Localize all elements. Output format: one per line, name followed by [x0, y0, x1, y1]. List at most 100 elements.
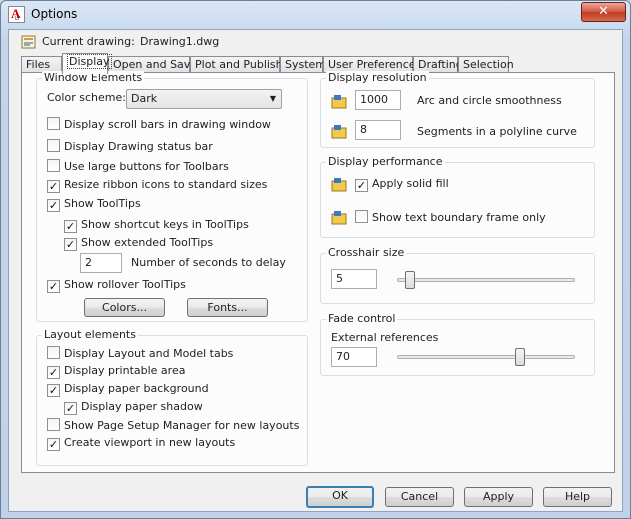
checkbox[interactable]: [355, 210, 368, 223]
checkbox[interactable]: ✓: [355, 179, 368, 192]
current-drawing-value: Drawing1.dwg: [140, 35, 220, 48]
colors-button[interactable]: Colors...: [84, 298, 165, 317]
drawing-setting-icon: [331, 211, 347, 225]
color-scheme-value: Dark: [131, 92, 158, 105]
option-label: Display printable area: [64, 364, 186, 377]
fonts-button[interactable]: Fonts...: [187, 298, 268, 317]
window-title: Options: [31, 7, 78, 21]
option-label: Display scroll bars in drawing window: [64, 118, 271, 131]
tab-label: Drafting: [418, 58, 463, 71]
tab-system[interactable]: System: [280, 56, 327, 73]
option-show-tooltips[interactable]: ✓ Show ToolTips: [47, 197, 141, 212]
option-resize-ribbon-icons[interactable]: ✓ Resize ribbon icons to standard sizes: [47, 178, 267, 193]
tab-label: Display: [67, 54, 112, 69]
polyline-segments-input[interactable]: 8: [355, 120, 401, 140]
fade-slider-thumb[interactable]: [514, 348, 525, 366]
display-resolution-group: Display resolution 1000 Arc and circle s…: [320, 71, 595, 148]
option-rollover-tooltips[interactable]: ✓ Show rollover ToolTips: [47, 278, 186, 293]
fade-control-group: Fade control External references 70: [320, 312, 595, 376]
arc-smoothness-label: Arc and circle smoothness: [417, 94, 562, 107]
close-button[interactable]: ✕: [581, 2, 626, 22]
group-title: Display resolution: [326, 71, 429, 84]
option-create-viewport[interactable]: ✓ Create viewport in new layouts: [47, 436, 235, 451]
checkbox[interactable]: ✓: [64, 402, 77, 415]
option-label: Resize ribbon icons to standard sizes: [64, 178, 268, 191]
checkbox[interactable]: ✓: [47, 199, 60, 212]
checkbox[interactable]: ✓: [47, 438, 60, 451]
checkbox[interactable]: ✓: [47, 384, 60, 397]
option-label: Display paper shadow: [81, 400, 203, 413]
tab-display[interactable]: Display: [62, 53, 112, 74]
color-scheme-label: Color scheme:: [47, 91, 126, 104]
help-button[interactable]: Help: [543, 487, 612, 507]
app-icon: A LT: [8, 6, 25, 23]
option-status-bar[interactable]: Display Drawing status bar: [47, 139, 213, 153]
group-title: Layout elements: [42, 328, 138, 341]
checkbox[interactable]: ✓: [64, 238, 77, 251]
current-drawing-label: Current drawing:: [42, 35, 135, 48]
option-paper-background[interactable]: ✓ Display paper background: [47, 382, 209, 397]
tab-label: Files: [26, 58, 51, 71]
option-label: Show text boundary frame only: [372, 211, 546, 224]
layout-elements-group: Layout elements Display Layout and Model…: [36, 328, 308, 466]
tab-label: Selection: [463, 58, 514, 71]
chevron-down-icon: ▼: [269, 94, 276, 103]
option-label: Display Drawing status bar: [64, 140, 213, 153]
apply-button[interactable]: Apply: [464, 487, 533, 507]
option-scroll-bars[interactable]: Display scroll bars in drawing window: [47, 117, 271, 131]
tab-label: System: [285, 58, 327, 71]
option-label: Apply solid fill: [372, 177, 449, 190]
checkbox[interactable]: ✓: [47, 366, 60, 379]
checkbox[interactable]: [47, 346, 60, 359]
option-label: Create viewport in new layouts: [64, 436, 236, 449]
option-layout-model-tabs[interactable]: Display Layout and Model tabs: [47, 346, 233, 360]
option-printable-area[interactable]: ✓ Display printable area: [47, 364, 185, 379]
title-bar[interactable]: A LT Options ✕: [1, 1, 630, 29]
crosshair-size-group: Crosshair size 5: [320, 246, 595, 304]
option-apply-solid-fill[interactable]: ✓ Apply solid fill: [355, 177, 449, 192]
checkbox[interactable]: ✓: [47, 180, 60, 193]
crosshair-slider-track[interactable]: [397, 278, 575, 282]
options-dialog: A LT Options ✕ Current drawing: Drawing1.…: [0, 0, 631, 519]
option-label: Show Page Setup Manager for new layouts: [64, 419, 300, 432]
display-tab-panel: Window Elements Color scheme: Dark ▼ Dis…: [21, 71, 615, 473]
xref-fade-input[interactable]: 70: [331, 347, 377, 367]
checkbox[interactable]: [47, 139, 60, 152]
drawing-setting-icon: [331, 125, 347, 139]
checkbox[interactable]: [47, 418, 60, 431]
tab-label: Plot and Publish: [195, 58, 283, 71]
group-title: Display performance: [326, 155, 445, 168]
ok-button[interactable]: OK: [306, 486, 374, 508]
checkbox[interactable]: ✓: [47, 280, 60, 293]
polyline-segments-label: Segments in a polyline curve: [417, 125, 577, 138]
tab-selection[interactable]: Selection: [458, 56, 514, 73]
group-title: Crosshair size: [326, 246, 407, 259]
crosshair-slider-thumb[interactable]: [405, 271, 416, 289]
display-performance-group: Display performance ✓ Apply solid fill Sh…: [320, 155, 595, 238]
color-scheme-select[interactable]: Dark ▼: [126, 89, 282, 109]
option-label: Use large buttons for Toolbars: [64, 160, 229, 173]
checkbox[interactable]: [47, 159, 60, 172]
checkbox[interactable]: [47, 117, 60, 130]
drawing-file-icon: [21, 35, 36, 49]
option-large-buttons[interactable]: Use large buttons for Toolbars: [47, 159, 229, 173]
window-elements-group: Window Elements Color scheme: Dark ▼ Dis…: [36, 71, 308, 322]
group-title: Fade control: [326, 312, 398, 325]
option-extended-tooltips[interactable]: ✓ Show extended ToolTips: [64, 236, 213, 251]
cancel-button[interactable]: Cancel: [385, 487, 454, 507]
arc-smoothness-input[interactable]: 1000: [355, 90, 401, 110]
option-text-boundary-frame[interactable]: Show text boundary frame only: [355, 210, 546, 224]
option-shortcut-keys[interactable]: ✓ Show shortcut keys in ToolTips: [64, 218, 249, 233]
checkbox[interactable]: ✓: [64, 220, 77, 233]
tab-plot-and-publish[interactable]: Plot and Publish: [190, 56, 283, 73]
tab-label: User Preferences: [328, 58, 422, 71]
fade-slider-track[interactable]: [397, 355, 575, 359]
option-page-setup-manager[interactable]: Show Page Setup Manager for new layouts: [47, 418, 299, 432]
drawing-setting-icon: [331, 178, 347, 192]
tooltip-delay-input[interactable]: 2: [80, 253, 122, 273]
option-paper-shadow[interactable]: ✓ Display paper shadow: [64, 400, 203, 415]
option-label: Show ToolTips: [64, 197, 141, 210]
dialog-client: Current drawing: Drawing1.dwg Files Disp…: [8, 29, 623, 512]
crosshair-size-input[interactable]: 5: [331, 269, 377, 289]
tab-label: Open and Save: [113, 58, 198, 71]
